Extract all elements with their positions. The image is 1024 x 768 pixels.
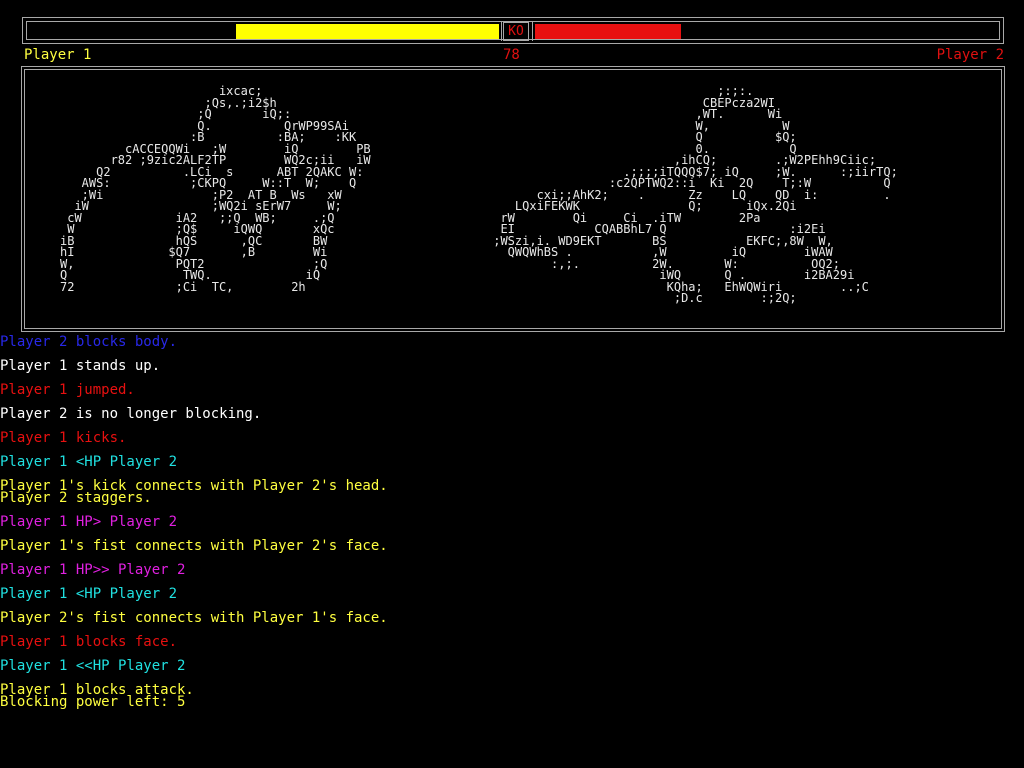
log-line: Player 1's fist connects with Player 2's… — [0, 538, 388, 554]
log-line: Player 2 blocks body. — [0, 334, 178, 350]
player1-health-frame — [27, 22, 502, 41]
log-line: Player 1 <<HP Player 2 — [0, 658, 186, 674]
health-hud: KO — [22, 17, 1004, 44]
log-line: Player 1 jumped. — [0, 382, 135, 398]
log-line: Player 1 kicks. — [0, 430, 127, 446]
log-line: Player 1 stands up. — [0, 358, 161, 374]
log-line: Player 1 <HP Player 2 — [0, 454, 178, 470]
log-line: Player 2 is no longer blocking. — [0, 406, 262, 422]
log-line: Player 1 HP> Player 2 — [0, 514, 178, 530]
player1-name: Player 1 — [24, 47, 92, 63]
log-line: Player 2's fist connects with Player 1's… — [0, 610, 388, 626]
ko-indicator: KO — [503, 22, 529, 41]
log-line: Player 1 <HP Player 2 — [0, 586, 178, 602]
log-line: Player 1 blocks face. — [0, 634, 178, 650]
health-hud-frame: KO — [26, 21, 1000, 41]
player2-ascii-figure: ;:;:. CBEPcza2WI ,WT. Wi W, W Q $Q; 0. Q… — [493, 84, 898, 305]
log-line: Player 1's kick connects with Player 2's… — [0, 478, 388, 494]
round-timer: 78 — [503, 47, 520, 63]
player2-name: Player 2 — [936, 47, 1004, 63]
player2-health-bar — [535, 24, 681, 39]
player2-health-frame — [532, 22, 999, 41]
combat-log: Player 2 blocks body. Player 1 stands up.… — [0, 334, 1024, 710]
log-line: Blocking power left: 5 — [0, 694, 186, 710]
log-line: Player 1 HP>> Player 2 — [0, 562, 186, 578]
player1-health-bar — [236, 24, 499, 39]
player1-ascii-figure: ixcac; ;Qs,.;i2$h ;Q iQ;: Q. QrWP99SAi :… — [60, 84, 371, 294]
